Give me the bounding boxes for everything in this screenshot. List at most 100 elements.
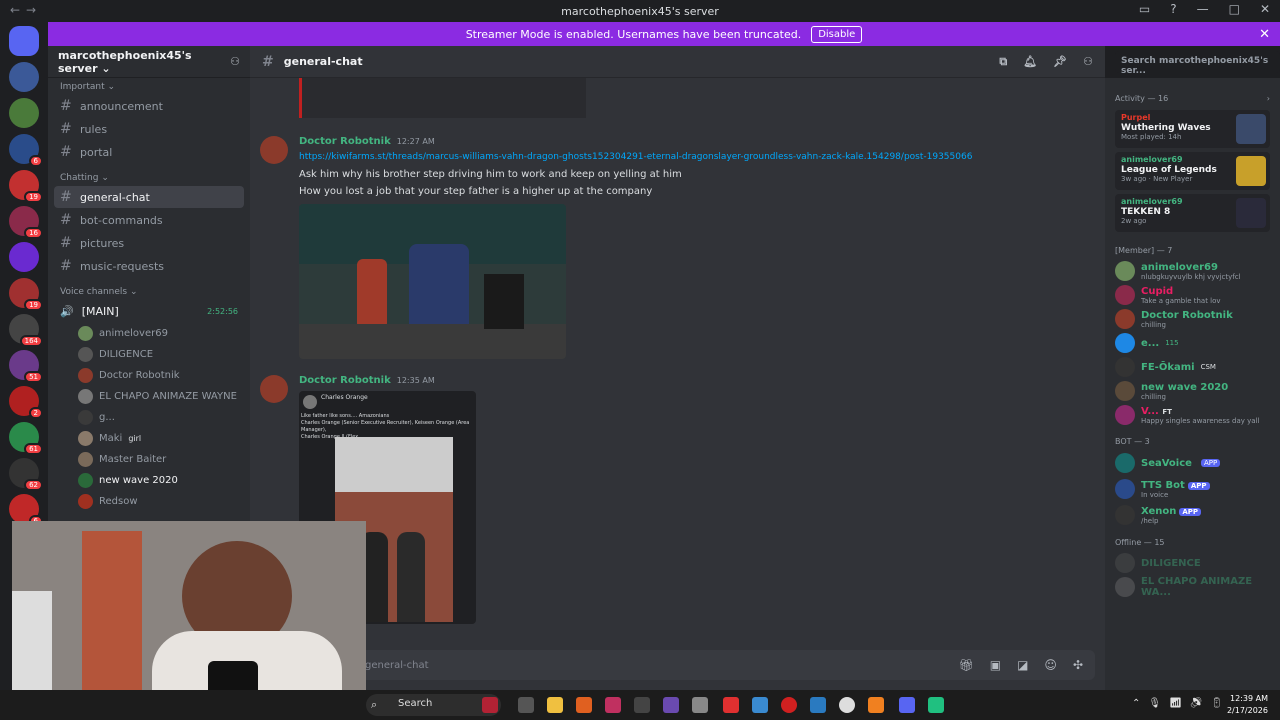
activity-header[interactable]: Activity — 16 › xyxy=(1105,78,1280,107)
channel-general-chat[interactable]: # general-chat xyxy=(54,186,244,208)
record-icon[interactable] xyxy=(781,697,797,713)
bot-item[interactable]: Xenon APP/help xyxy=(1105,502,1280,528)
server-icon[interactable]: 16 xyxy=(9,206,43,239)
app-icon[interactable] xyxy=(634,697,650,713)
category-important[interactable]: Important ⌄ xyxy=(48,78,250,95)
close-button[interactable]: ✕ xyxy=(1260,2,1270,16)
store-icon[interactable] xyxy=(576,697,592,713)
app-icon[interactable] xyxy=(752,697,768,713)
minimize-button[interactable]: — xyxy=(1197,2,1209,16)
voice-user[interactable]: Maki girl xyxy=(48,428,250,449)
disable-button[interactable]: Disable xyxy=(811,25,863,43)
app-icon[interactable] xyxy=(928,697,944,713)
message-image[interactable] xyxy=(299,204,566,359)
apps-icon[interactable]: ✣ xyxy=(1073,658,1083,672)
members-icon[interactable]: ⚇ xyxy=(1083,55,1093,69)
guild-header[interactable]: marcothephoenix45's server ⌄ ⚇ xyxy=(48,46,250,78)
discord-icon[interactable] xyxy=(899,697,915,713)
server-icon[interactable]: 62 xyxy=(9,458,43,491)
close-icon[interactable]: ✕ xyxy=(1259,27,1270,42)
clock[interactable]: 12:39 AM 2/17/2026 xyxy=(1227,693,1268,717)
voice-user[interactable]: animelover69 xyxy=(48,323,250,344)
activity-card[interactable]: animelover69 League of Legends 3w ago · … xyxy=(1115,152,1270,190)
member-item[interactable]: Cupid Take a gamble that lov xyxy=(1105,283,1280,307)
app-icon[interactable] xyxy=(810,697,826,713)
tray-icons[interactable]: ⌃🎙︎📶︎🔊︎🔋︎ xyxy=(1132,698,1231,709)
taskbar-search[interactable]: Search xyxy=(366,694,501,716)
bot-item[interactable]: SeaVoice APP xyxy=(1105,450,1280,476)
invite-icon[interactable]: ⚇ xyxy=(230,55,240,68)
category-voice[interactable]: Voice channels ⌄ xyxy=(48,278,250,300)
member-item[interactable]: Doctor Robotnik chilling xyxy=(1105,307,1280,331)
message-input[interactable]: general-chat 🎁︎ ▣ ◪ ☺ ✣ xyxy=(260,650,1095,680)
emoji-icon[interactable]: ☺ xyxy=(1044,658,1057,672)
server-icon[interactable]: 51 xyxy=(9,350,43,383)
channel-rules[interactable]: # rules xyxy=(54,118,244,140)
bell-icon[interactable]: 🔔︎ xyxy=(1023,55,1037,69)
server-icon[interactable] xyxy=(9,98,39,128)
avatar[interactable] xyxy=(260,136,288,164)
app-icon[interactable] xyxy=(605,697,621,713)
bot-item[interactable]: TTS Bot APP In voice xyxy=(1105,476,1280,502)
server-icon[interactable]: 19 xyxy=(9,278,43,311)
avatar[interactable] xyxy=(260,375,288,403)
app-icon[interactable] xyxy=(663,697,679,713)
member-item[interactable]: DILIGENCE xyxy=(1105,551,1280,575)
message-text: How you lost a job that your step father… xyxy=(299,186,653,197)
inbox-icon[interactable]: ▭ xyxy=(1139,2,1150,16)
server-icon[interactable]: 61 xyxy=(9,422,43,455)
media-player-icon[interactable] xyxy=(839,697,855,713)
pin-icon[interactable]: 📌︎ xyxy=(1053,55,1067,69)
server-icon[interactable]: 164 xyxy=(9,314,43,347)
activity-card[interactable]: Purpel Wuthering Waves Most played: 14h xyxy=(1115,110,1270,148)
voice-user[interactable]: new wave 2020 xyxy=(48,470,250,491)
server-icon[interactable] xyxy=(9,62,39,92)
voice-user[interactable]: Master Baiter xyxy=(48,449,250,470)
member-item[interactable]: animelover69 nlubgkuyvuylb khj vyvjctyfcl xyxy=(1105,259,1280,283)
file-explorer-icon[interactable] xyxy=(547,697,563,713)
vlc-icon[interactable] xyxy=(868,697,884,713)
voice-user[interactable]: Doctor Robotnik xyxy=(48,365,250,386)
home-icon[interactable] xyxy=(9,26,39,56)
activity-card[interactable]: animelover69 TEKKEN 8 2w ago xyxy=(1115,194,1270,232)
app-icon[interactable] xyxy=(692,697,708,713)
help-icon[interactable]: ? xyxy=(1170,2,1176,16)
channel-announcement[interactable]: # announcement xyxy=(54,95,244,117)
threads-icon[interactable]: ⧉ xyxy=(999,55,1007,69)
message-link[interactable]: https://kiwifarms.st/threads/marcus-will… xyxy=(299,152,972,162)
search-input[interactable]: Search marcothephoenix45's ser... xyxy=(1115,51,1280,76)
flag-icon[interactable] xyxy=(482,697,498,713)
member-item[interactable]: V... FT Happy singles awareness day yall xyxy=(1105,403,1280,427)
server-icon[interactable]: 6 xyxy=(9,134,43,167)
server-icon[interactable]: 2 xyxy=(9,386,43,419)
app-icon[interactable] xyxy=(723,697,739,713)
voice-user[interactable]: Redsow xyxy=(48,491,250,512)
voice-channel-main[interactable]: 🔊 [MAIN] 2:52:56 xyxy=(54,300,244,322)
channel-pictures[interactable]: # pictures xyxy=(54,232,244,254)
task-view-icon[interactable] xyxy=(518,697,534,713)
server-icon[interactable] xyxy=(9,242,39,272)
gif-icon[interactable]: ▣ xyxy=(990,658,1001,672)
member-item[interactable]: new wave 2020 chilling xyxy=(1105,379,1280,403)
avatar xyxy=(1115,479,1135,499)
gift-icon[interactable]: 🎁︎ xyxy=(959,658,974,672)
message-author[interactable]: Doctor Robotnik 12:35 AM xyxy=(299,375,435,386)
nav-arrows-icon[interactable]: ←→ xyxy=(10,3,42,17)
voice-user[interactable]: DILIGENCE xyxy=(48,344,250,365)
server-icon[interactable]: 19 xyxy=(9,170,43,203)
hash-icon: # xyxy=(60,144,72,160)
category-chatting[interactable]: Chatting ⌄ xyxy=(48,164,250,186)
server-icon[interactable]: 6 xyxy=(9,494,43,527)
member-item[interactable]: e... 115 xyxy=(1105,331,1280,355)
voice-user[interactable]: EL CHAPO ANIMAZE WAYNE xyxy=(48,386,250,407)
sticker-icon[interactable]: ◪ xyxy=(1017,658,1028,672)
member-item[interactable]: FE-Ōkami CSM xyxy=(1105,355,1280,379)
voice-user[interactable]: g... xyxy=(48,407,250,428)
channel-portal[interactable]: # portal xyxy=(54,141,244,163)
previous-embed[interactable] xyxy=(299,78,586,118)
member-item[interactable]: EL CHAPO ANIMAZE WA... xyxy=(1105,575,1280,599)
message-author[interactable]: Doctor Robotnik 12:27 AM xyxy=(299,136,435,147)
channel-music-requests[interactable]: # music-requests xyxy=(54,255,244,277)
channel-bot-commands[interactable]: # bot-commands xyxy=(54,209,244,231)
maximize-button[interactable]: □ xyxy=(1229,2,1240,16)
